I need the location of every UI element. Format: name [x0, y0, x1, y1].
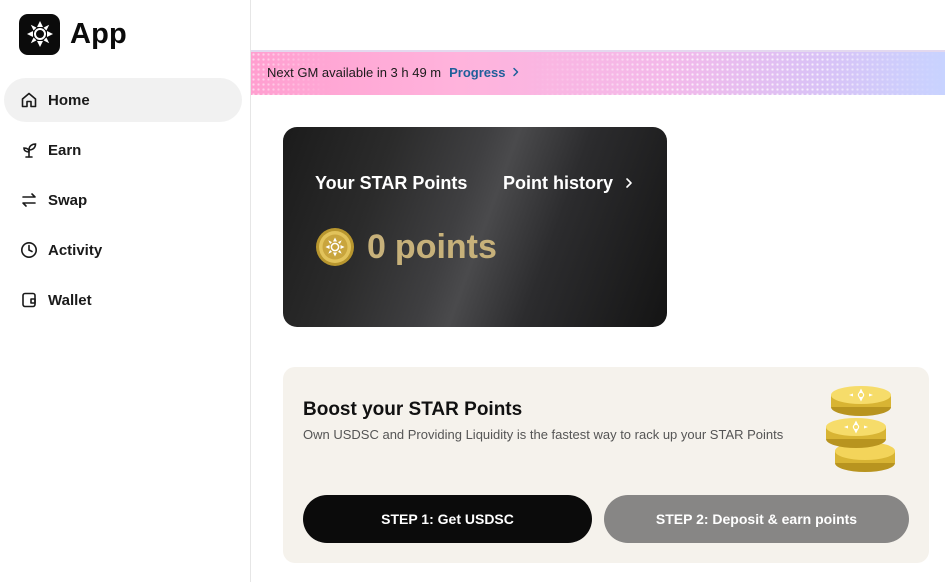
sidebar-item-label: Home [48, 91, 90, 109]
deposit-earn-points-button[interactable]: STEP 2: Deposit & earn points [604, 495, 909, 543]
points-balance: 0 points [315, 227, 497, 267]
progress-link-label: Progress [449, 65, 506, 80]
points-card-title: Your STAR Points [315, 173, 468, 193]
boost-description: Own USDSC and Providing Liquidity is the… [303, 427, 784, 442]
sidebar: App Home Earn Swap Activity Wallet [0, 0, 251, 582]
swap-arrows-icon [19, 190, 39, 210]
sidebar-item-swap[interactable]: Swap [4, 178, 242, 222]
banner-dot-pattern [525, 52, 945, 95]
home-icon [19, 90, 39, 110]
chevron-right-icon [625, 173, 633, 194]
sidebar-item-wallet[interactable]: Wallet [4, 278, 242, 322]
sidebar-item-earn[interactable]: Earn [4, 128, 242, 172]
sidebar-item-label: Wallet [48, 291, 92, 309]
app-root: App Home Earn Swap Activity Wallet Next … [0, 0, 945, 582]
sidebar-item-label: Earn [48, 141, 82, 159]
boost-card: Boost your STAR Points Own USDSC and Pro… [283, 367, 929, 563]
sidebar-item-label: Activity [48, 241, 103, 259]
point-history-link[interactable]: Point history [503, 173, 633, 194]
sidebar-item-activity[interactable]: Activity [4, 228, 242, 272]
star-badge-icon [19, 13, 60, 55]
progress-link[interactable]: Progress [449, 65, 519, 80]
gm-banner: Next GM available in 3 h 49 m Progress [251, 50, 945, 95]
point-history-label: Point history [503, 173, 614, 193]
sprout-icon [19, 140, 39, 160]
brand-name: App [70, 17, 127, 50]
sidebar-nav: Home Earn Swap Activity Wallet [4, 78, 242, 328]
brand[interactable]: App [19, 13, 127, 55]
banner-content: Next GM available in 3 h 49 m Progress [267, 65, 520, 80]
get-usdsc-button[interactable]: STEP 1: Get USDSC [303, 495, 592, 543]
gm-countdown-text: Next GM available in 3 h 49 m [267, 65, 442, 80]
gold-coins-illustration [823, 381, 903, 477]
chevron-right-icon [512, 65, 520, 80]
sidebar-item-label: Swap [48, 191, 88, 209]
points-value: 0 [367, 227, 386, 266]
boost-title: Boost your STAR Points [303, 399, 523, 420]
sidebar-item-home[interactable]: Home [4, 78, 242, 122]
points-unit: points [394, 227, 497, 266]
points-value-text: 0 points [367, 228, 497, 267]
star-coin-icon [315, 227, 355, 267]
clock-icon [19, 240, 39, 260]
star-points-card: Your STAR Points Point history 0 points [283, 127, 667, 327]
wallet-icon [19, 290, 39, 310]
